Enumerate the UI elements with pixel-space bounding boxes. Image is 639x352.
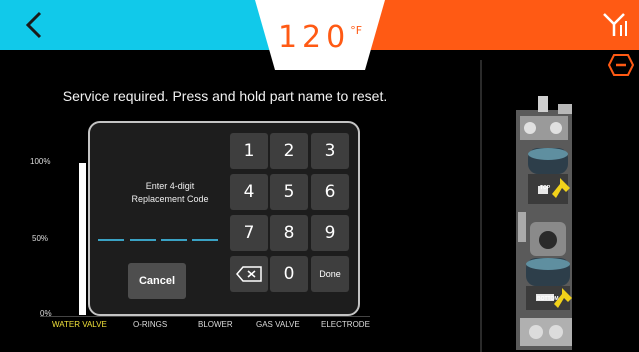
code-prompt-line2: Replacement Code: [131, 194, 209, 204]
key-8[interactable]: 8: [270, 215, 308, 251]
temperature-unit: °F: [350, 24, 363, 37]
key-2[interactable]: 2: [270, 133, 308, 169]
water-heater-diagram: [516, 96, 572, 350]
key-4[interactable]: 4: [230, 174, 268, 210]
part-gas-valve[interactable]: GAS VALVE: [256, 320, 300, 329]
top-bar-right: [349, 0, 639, 50]
part-water-valve[interactable]: WATER VALVE: [52, 320, 107, 329]
y-tick-50: 50%: [32, 234, 49, 243]
code-prompt: Enter 4-digit Replacement Code: [97, 180, 243, 206]
heater-top-label: TOP: [540, 185, 551, 191]
minus-hex-icon[interactable]: [608, 54, 634, 76]
backspace-icon: [236, 266, 262, 282]
code-digit-slot: [161, 239, 187, 241]
key-0[interactable]: 0: [270, 256, 308, 292]
chevron-left-icon[interactable]: [22, 10, 46, 40]
temperature-display[interactable]: 120°F: [255, 20, 385, 55]
key-7[interactable]: 7: [230, 215, 268, 251]
code-prompt-line1: Enter 4-digit: [145, 181, 195, 191]
part-blower[interactable]: BLOWER: [198, 320, 233, 329]
key-1[interactable]: 1: [230, 133, 268, 169]
temperature-value: 120: [277, 20, 351, 55]
cancel-button[interactable]: Cancel: [128, 263, 186, 299]
x-axis: [40, 316, 370, 317]
code-digit-slot: [130, 239, 156, 241]
service-message: Service required. Press and hold part na…: [62, 88, 388, 104]
key-5[interactable]: 5: [270, 174, 308, 210]
heater-bottom-label: BOTTOM: [537, 296, 559, 302]
key-9[interactable]: 9: [311, 215, 349, 251]
panel-divider: [480, 60, 482, 352]
y-tick-100: 100%: [30, 157, 51, 166]
done-button[interactable]: Done: [311, 256, 349, 292]
key-3[interactable]: 3: [311, 133, 349, 169]
signal-icon[interactable]: [603, 10, 629, 38]
code-digit-slot: [192, 239, 218, 241]
key-6[interactable]: 6: [311, 174, 349, 210]
backspace-button[interactable]: [230, 256, 268, 292]
part-o-rings[interactable]: O-RINGS: [133, 320, 167, 329]
code-digit-slot: [98, 239, 124, 241]
part-electrode[interactable]: ELECTRODE: [321, 320, 370, 329]
water-valve-bar: [79, 163, 86, 315]
